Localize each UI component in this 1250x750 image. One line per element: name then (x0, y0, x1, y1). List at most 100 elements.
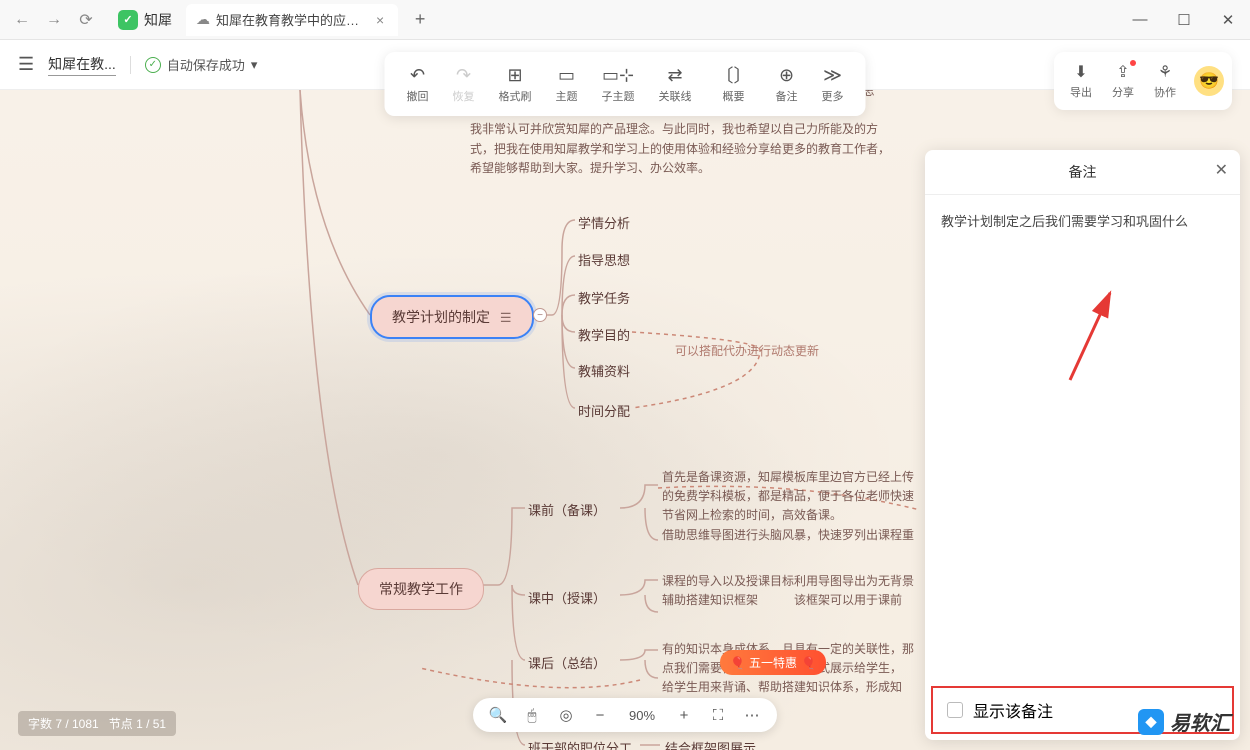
tool-概要[interactable]: 〔〕概要 (704, 58, 764, 110)
new-tab-button[interactable]: + (406, 6, 434, 34)
node-teaching-plan[interactable]: 教学计划的制定 ☰ (370, 295, 534, 339)
user-avatar[interactable]: 😎 (1194, 66, 1224, 96)
leaf-routine-0[interactable]: 课前（备课） (528, 500, 606, 519)
promo-badge[interactable]: 🎈五一特惠🎈 (720, 650, 826, 675)
leaf-plan-4[interactable]: 教辅资料 (578, 361, 630, 380)
leaf-plan-0[interactable]: 学情分析 (578, 213, 630, 232)
action-协作[interactable]: ⚘ 协作 (1146, 58, 1184, 104)
tool-撤回[interactable]: ↶ 撤回 (395, 58, 441, 110)
tool-label: 恢复 (453, 88, 475, 104)
status-bar: 字数 7 / 1081 节点 1 / 51 (18, 711, 176, 736)
menu-icon[interactable]: ☰ (18, 54, 34, 75)
notes-close-icon[interactable]: ✕ (1215, 160, 1228, 180)
app-name: 知犀 (144, 10, 172, 30)
autosave-label: 自动保存成功 (167, 55, 245, 74)
leaf-bottom-1[interactable]: 班干部的职位分工 (528, 738, 632, 750)
window-close[interactable]: ✕ (1206, 0, 1250, 40)
tool-icon: ⊕ (779, 64, 794, 86)
tool-label: 格式刷 (499, 88, 532, 104)
action-分享[interactable]: ⇪ 分享 (1104, 58, 1142, 104)
leaf-bottom-2[interactable]: 结合框架图展示 (665, 738, 756, 750)
dropdown-icon: ▾ (251, 57, 258, 73)
nav-forward[interactable]: → (40, 6, 68, 34)
tool-label: 子主题 (602, 88, 635, 104)
app-tab[interactable]: ✓ 知犀 (108, 0, 182, 40)
tool-主题[interactable]: ▭主题 (544, 58, 590, 110)
action-icon: ⬇ (1074, 62, 1087, 82)
cloud-icon: ☁ (196, 11, 210, 28)
zoom-in[interactable]: + (673, 704, 695, 726)
show-note-checkbox[interactable] (947, 702, 963, 718)
expand-handle[interactable]: − (533, 308, 547, 322)
check-icon: ✓ (145, 57, 161, 73)
fit-icon[interactable]: ⛶ (707, 704, 729, 726)
document-name[interactable]: 知犀在教... (48, 54, 116, 76)
nav-back[interactable]: ← (8, 6, 36, 34)
titlebar: ← → ⟳ ✓ 知犀 ☁ 知犀在教育教学中的应用_副本 × + — ☐ ✕ (0, 0, 1250, 40)
tab-close-icon[interactable]: × (372, 12, 388, 28)
tool-icon: ⇄ (667, 64, 682, 86)
zoom-bar: 🔍 🖱 ◎ − 90% + ⛶ ⋯ (473, 698, 777, 732)
notes-content: 教学计划制定之后我们需要学习和巩固什么 (941, 214, 1188, 229)
leaf-plan-3[interactable]: 教学目的 (578, 325, 630, 344)
note-icon[interactable]: ☰ (500, 310, 512, 325)
tool-格式刷[interactable]: ⊞ 格式刷 (487, 58, 544, 110)
leaf-plan-5[interactable]: 时间分配 (578, 401, 630, 420)
search-icon[interactable]: 🔍 (487, 704, 509, 726)
tool-icon: 〔〕 (716, 64, 752, 86)
tool-icon: ↷ (456, 64, 471, 86)
action-导出[interactable]: ⬇ 导出 (1062, 58, 1100, 104)
document-tab-title: 知犀在教育教学中的应用_副本 (216, 10, 366, 29)
word-count: 字数 7 / 1081 (28, 717, 99, 731)
tool-label: 关联线 (659, 88, 692, 104)
tool-label: 概要 (723, 88, 745, 104)
node-label: 教学计划的制定 (392, 309, 490, 325)
tool-icon: ↶ (410, 64, 425, 86)
app-logo-icon: ✓ (118, 10, 138, 30)
detail-routine-0: 首先是备课资源，知犀模板库里边官方已经上传的免费学科模板，都是精品，便于各位老师… (662, 468, 914, 545)
window-minimize[interactable]: — (1118, 0, 1162, 40)
annotation-plan: 可以搭配代办进行动态更新 (675, 342, 819, 359)
more-icon[interactable]: ⋯ (741, 704, 763, 726)
tool-label: 备注 (776, 88, 798, 104)
notes-body[interactable]: 教学计划制定之后我们需要学习和巩固什么 (925, 195, 1240, 680)
notes-panel: 备注 ✕ 教学计划制定之后我们需要学习和巩固什么 显示该备注 (925, 150, 1240, 740)
nav-reload[interactable]: ⟳ (72, 6, 100, 34)
detail-routine-1: 课程的导入以及授课目标利用导图导出为无背景辅助搭建知识框架 该框架可以用于课前 (662, 572, 914, 610)
zoom-out[interactable]: − (589, 704, 611, 726)
tool-关联线[interactable]: ⇄ 关联线 (647, 58, 704, 110)
notification-dot (1130, 60, 1136, 66)
action-label: 协作 (1154, 84, 1176, 100)
leaf-plan-1[interactable]: 指导思想 (578, 250, 630, 269)
divider (130, 56, 131, 74)
leaf-routine-2[interactable]: 课后（总结） (528, 653, 606, 672)
tool-icon: ⊞ (507, 64, 522, 86)
autosave-status[interactable]: ✓ 自动保存成功 ▾ (145, 55, 258, 74)
tool-icon: ≫ (823, 64, 842, 86)
main-toolbar: ↶撤回↷恢复⊞格式刷▭主题▭⊹子主题⇄关联线〔〕概要⊕备注≫更多 (385, 52, 866, 116)
tool-备注[interactable]: ⊕ 备注 (764, 58, 810, 110)
watermark-logo-icon: ◆ (1138, 709, 1164, 735)
document-tab[interactable]: ☁ 知犀在教育教学中的应用_副本 × (186, 4, 398, 36)
action-label: 导出 (1070, 84, 1092, 100)
annotation-arrow (1065, 285, 1125, 385)
mouse-icon[interactable]: 🖱 (521, 704, 543, 726)
node-label: 常规教学工作 (379, 581, 463, 597)
tool-更多[interactable]: ≫ 更多 (810, 58, 856, 110)
node-routine-work[interactable]: 常规教学工作 (358, 568, 484, 610)
tool-label: 撤回 (407, 88, 429, 104)
leaf-plan-2[interactable]: 教学任务 (578, 288, 630, 307)
tool-icon: ▭⊹ (602, 64, 634, 86)
action-icon: ⇪ (1116, 62, 1129, 82)
tool-恢复[interactable]: ↷ 恢复 (441, 58, 487, 110)
show-note-label: 显示该备注 (973, 698, 1053, 722)
target-icon[interactable]: ◎ (555, 704, 577, 726)
action-icon: ⚘ (1158, 62, 1172, 82)
action-label: 分享 (1112, 84, 1134, 100)
leaf-routine-1[interactable]: 课中（授课） (528, 588, 606, 607)
watermark-text: 易软汇 (1170, 707, 1230, 736)
tool-label: 更多 (822, 88, 844, 104)
window-maximize[interactable]: ☐ (1162, 0, 1206, 40)
zoom-level[interactable]: 90% (623, 708, 661, 723)
tool-子主题[interactable]: ▭⊹ 子主题 (590, 58, 647, 110)
